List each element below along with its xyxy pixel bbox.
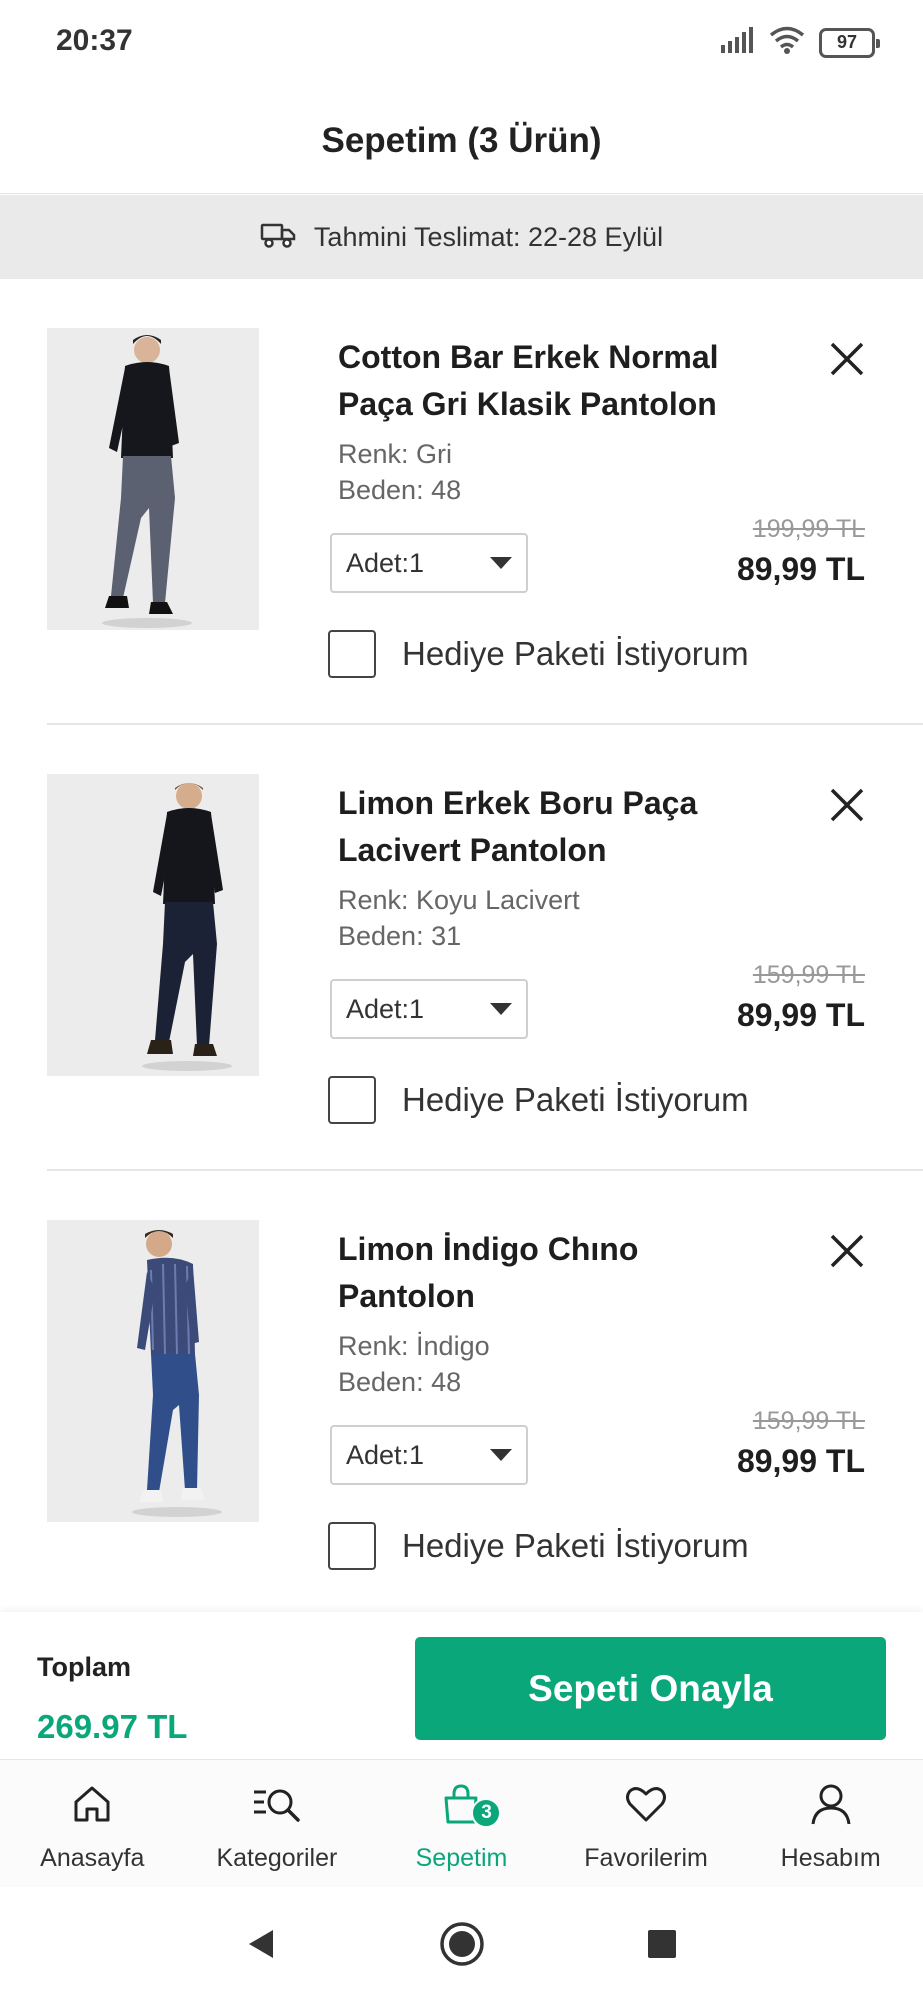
current-price: 89,99 TL [736,551,865,587]
nav-label: Favorilerim [584,1844,708,1872]
total-label: Toplam [37,1652,131,1682]
cart-item: Limon İndigo Chıno Pantolon Renk: İndigo… [0,1171,923,1617]
nav-label: Hesabım [780,1844,881,1872]
current-price: 89,99 TL [736,997,865,1033]
quantity-select[interactable]: Adet:1 [330,1425,528,1485]
product-image[interactable] [47,328,259,630]
cart-count-badge: 3 [471,1798,502,1828]
chevron-down-icon [490,1449,512,1461]
battery-icon: 97 [819,27,880,58]
nav-item-favorites[interactable]: Favorilerim [554,1760,739,1887]
current-price: 89,99 TL [736,1443,865,1479]
nav-item-cart[interactable]: 3 Sepetim [369,1760,554,1887]
back-triangle-icon [248,1929,273,1958]
recents-square-icon [647,1929,676,1958]
home-icon [66,1778,118,1830]
product-name[interactable]: Limon Erkek Boru Paça Lacivert Pantolon [338,780,758,874]
categories-search-icon [251,1778,303,1830]
product-image[interactable] [47,774,259,1076]
quantity-value: Adet:1 [346,547,425,578]
cart-summary-bar: Toplam 269.97 TL Sepeti Onayla [0,1612,923,1759]
cart-item-list: Cotton Bar Erkek Normal Paça Gri Klasik … [0,279,923,1617]
product-size: Beden: 48 [338,1367,462,1397]
product-size: Beden: 31 [338,921,462,951]
nav-label: Kategoriler [216,1844,338,1872]
chevron-down-icon [490,557,512,569]
status-icons: 97 [721,26,880,59]
cart-item: Limon Erkek Boru Paça Lacivert Pantolon … [0,725,923,1171]
page-title: Sepetim (3 Ürün) [321,120,602,160]
back-button[interactable] [237,1919,287,1969]
remove-item-button[interactable] [824,782,870,828]
signal-icon [721,27,755,58]
shopping-bag-icon: 3 [435,1778,502,1830]
old-price: 159,99 TL [752,961,865,989]
gift-package-checkbox[interactable] [328,1522,376,1570]
nav-item-home[interactable]: Anasayfa [0,1760,185,1887]
delivery-estimate-bar: Tahmini Teslimat: 22-28 Eylül [0,195,923,279]
gift-package-option[interactable]: Hediye Paketi İstiyorum [328,1076,749,1124]
product-color: Renk: Gri [338,439,453,469]
product-image[interactable] [47,1220,259,1522]
page-header: Sepetim (3 Ürün) [0,88,923,194]
gift-package-checkbox[interactable] [328,630,376,678]
remove-item-button[interactable] [824,1228,870,1274]
nav-item-categories[interactable]: Kategoriler [185,1760,370,1887]
product-size: Beden: 48 [338,475,462,505]
home-system-button[interactable] [437,1919,487,1969]
delivery-truck-icon [260,221,296,254]
nav-label: Sepetim [415,1844,508,1872]
product-color: Renk: Koyu Lacivert [338,885,580,915]
user-icon [805,1778,857,1830]
close-icon [830,1234,864,1268]
quantity-select[interactable]: Adet:1 [330,979,528,1039]
status-bar: 20:37 97 [0,0,923,88]
product-name[interactable]: Cotton Bar Erkek Normal Paça Gri Klasik … [338,334,758,428]
wifi-icon [769,26,805,59]
bottom-navigation: Anasayfa Kategoriler 3 Sepetim Favoriler… [0,1759,923,1887]
delivery-estimate-text: Tahmini Teslimat: 22-28 Eylül [313,221,664,252]
close-icon [830,788,864,822]
gift-package-label: Hediye Paketi İstiyorum [402,1527,749,1564]
total-value: 269.97 TL [37,1708,188,1745]
close-icon [830,342,864,376]
gift-package-checkbox[interactable] [328,1076,376,1124]
product-name[interactable]: Limon İndigo Chıno Pantolon [338,1226,758,1320]
gift-package-label: Hediye Paketi İstiyorum [402,635,749,672]
nav-item-account[interactable]: Hesabım [738,1760,923,1887]
nav-label: Anasayfa [40,1844,145,1872]
status-time: 20:37 [56,24,133,57]
system-navigation-bar [0,1887,923,2000]
confirm-cart-button[interactable]: Sepeti Onayla [415,1637,886,1740]
quantity-value: Adet:1 [346,1439,425,1470]
heart-icon [620,1778,672,1830]
recents-button[interactable] [637,1919,687,1969]
cart-item: Cotton Bar Erkek Normal Paça Gri Klasik … [0,279,923,725]
old-price: 159,99 TL [752,1407,865,1435]
chevron-down-icon [490,1003,512,1015]
remove-item-button[interactable] [824,336,870,382]
product-color: Renk: İndigo [338,1331,490,1361]
gift-package-label: Hediye Paketi İstiyorum [402,1081,749,1118]
old-price: 199,99 TL [752,515,865,543]
home-circle-icon [439,1921,484,1966]
quantity-value: Adet:1 [346,993,425,1024]
gift-package-option[interactable]: Hediye Paketi İstiyorum [328,1522,749,1570]
quantity-select[interactable]: Adet:1 [330,533,528,593]
gift-package-option[interactable]: Hediye Paketi İstiyorum [328,630,749,678]
